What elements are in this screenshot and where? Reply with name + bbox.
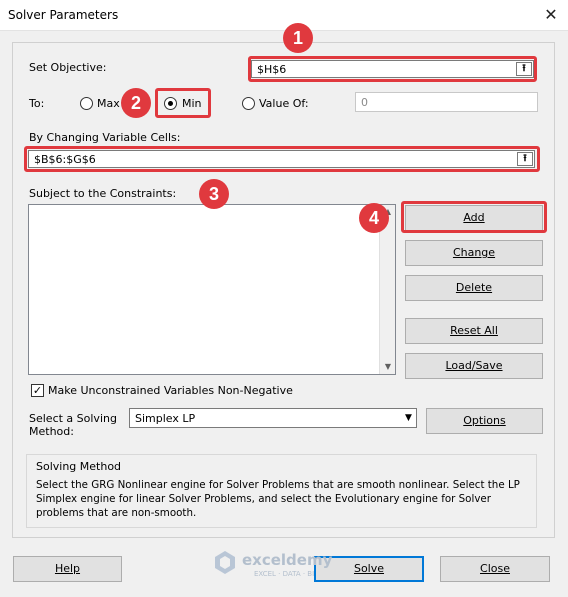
highlight-box-min	[155, 88, 211, 118]
step-badge-4: 4	[359, 203, 389, 233]
delete-button[interactable]: Delete	[405, 275, 543, 301]
to-label: To:	[29, 97, 45, 110]
help-button-label: Help	[54, 562, 81, 575]
help-button[interactable]: Help	[13, 556, 122, 582]
chevron-down-icon[interactable]: ▼	[400, 409, 416, 427]
reset-all-button-label: Reset All	[450, 324, 498, 337]
step-badge-1: 1	[283, 23, 313, 53]
solving-method-text-3: problems that are non-smooth.	[36, 507, 197, 519]
set-objective-label: Set Objective:	[29, 61, 107, 74]
constraints-list[interactable]: ▲ ▼	[28, 204, 396, 375]
nonneg-label: Make Unconstrained Variables Non-Negativ…	[48, 384, 293, 397]
solving-method-heading: Solving Method	[36, 460, 122, 473]
solving-method-text-2: Simplex engine for linear Solver Problem…	[36, 493, 491, 505]
close-button-label: Close	[480, 562, 510, 575]
watermark-tagline: EXCEL · DATA · BI	[254, 570, 315, 578]
reset-all-button[interactable]: Reset All	[405, 318, 543, 344]
constraints-label: Subject to the Constraints:	[29, 187, 177, 200]
solving-method-text-1: Select the GRG Nonlinear engine for Solv…	[36, 479, 520, 491]
value-of-value: 0	[361, 96, 368, 109]
highlight-box-add	[401, 201, 547, 233]
options-button[interactable]: Options	[426, 408, 543, 434]
method-select-value: Simplex LP	[135, 412, 196, 425]
changing-cells-label: By Changing Variable Cells:	[29, 131, 181, 144]
max-label: Max	[97, 97, 120, 110]
radio-max[interactable]	[80, 97, 93, 110]
highlight-box-changing	[24, 146, 540, 172]
step-badge-2: 2	[121, 88, 151, 118]
change-button[interactable]: Change	[405, 240, 543, 266]
value-of-label: Value Of:	[259, 97, 309, 110]
method-label-line2: Method:	[29, 425, 74, 438]
method-select[interactable]: Simplex LP ▼	[129, 408, 417, 428]
highlight-box-objective	[248, 56, 537, 82]
load-save-button-label: Load/Save	[445, 359, 503, 372]
scroll-down-icon[interactable]: ▼	[380, 360, 396, 374]
step-badge-3: 3	[199, 179, 229, 209]
solve-button-label: Solve	[353, 562, 385, 575]
load-save-button[interactable]: Load/Save	[405, 353, 543, 379]
exceldemy-logo-icon	[215, 551, 235, 574]
delete-button-label: Delete	[455, 281, 493, 294]
watermark-brand: exceldemy	[242, 551, 333, 569]
close-icon[interactable]: ✕	[540, 4, 562, 26]
value-of-field[interactable]: 0	[355, 92, 538, 112]
window-title: Solver Parameters	[8, 8, 119, 22]
method-label-line1: Select a Solving	[29, 412, 117, 425]
nonneg-checkbox[interactable]: ✓	[31, 384, 44, 397]
change-button-label: Change	[452, 246, 496, 259]
options-button-label: Options	[463, 414, 506, 427]
radio-value-of[interactable]	[242, 97, 255, 110]
close-button[interactable]: Close	[440, 556, 550, 582]
